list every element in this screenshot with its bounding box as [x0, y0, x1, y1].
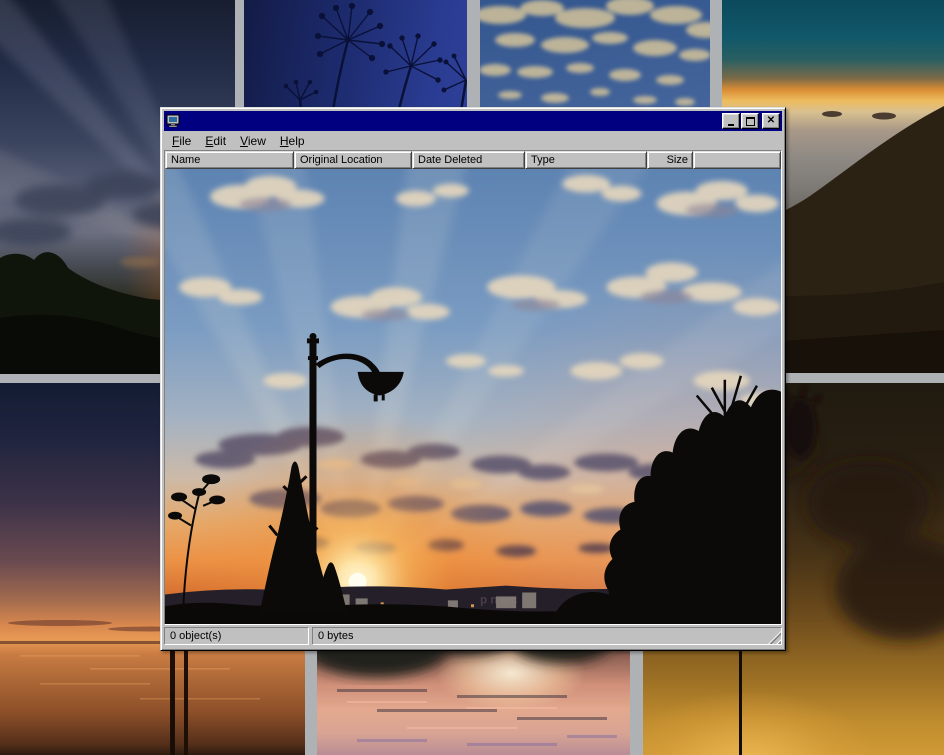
status-size-text: 0 bytes — [318, 630, 353, 642]
column-header-original-location[interactable]: Original Location — [294, 151, 412, 169]
statusbar: 0 object(s) 0 bytes — [164, 625, 782, 647]
menu-edit[interactable]: Edit — [198, 133, 233, 149]
menu-file[interactable]: File — [165, 133, 198, 149]
close-icon: ✕ — [767, 116, 775, 126]
status-size: 0 bytes — [312, 627, 782, 645]
column-headers: Name Original Location Date Deleted Type… — [165, 151, 781, 169]
listview-background-photo[interactable]: pnoc — [165, 169, 781, 624]
column-header-type[interactable]: Type — [525, 151, 647, 169]
column-header-filler[interactable] — [693, 151, 781, 169]
resize-grip[interactable] — [768, 631, 781, 644]
column-header-size[interactable]: Size — [647, 151, 693, 169]
titlebar[interactable]: ✕ — [164, 111, 782, 131]
close-button[interactable]: ✕ — [762, 113, 780, 129]
desktop-screen: ✕ File Edit View Help Name Original Loca… — [0, 0, 944, 755]
maximize-button[interactable] — [741, 113, 759, 129]
status-object-count: 0 object(s) — [164, 627, 309, 645]
computer-icon[interactable] — [166, 114, 180, 128]
minimize-icon — [728, 124, 734, 126]
menu-help[interactable]: Help — [273, 133, 312, 149]
menubar: File Edit View Help — [164, 131, 782, 150]
file-listview[interactable]: Name Original Location Date Deleted Type… — [164, 150, 782, 625]
column-header-date-deleted[interactable]: Date Deleted — [412, 151, 525, 169]
minimize-button[interactable] — [722, 113, 740, 129]
column-header-name[interactable]: Name — [165, 151, 294, 169]
maximize-icon — [746, 117, 755, 126]
recycle-bin-window: ✕ File Edit View Help Name Original Loca… — [160, 107, 786, 651]
menu-view[interactable]: View — [233, 133, 273, 149]
photo-watermark: pnoc — [480, 593, 521, 607]
